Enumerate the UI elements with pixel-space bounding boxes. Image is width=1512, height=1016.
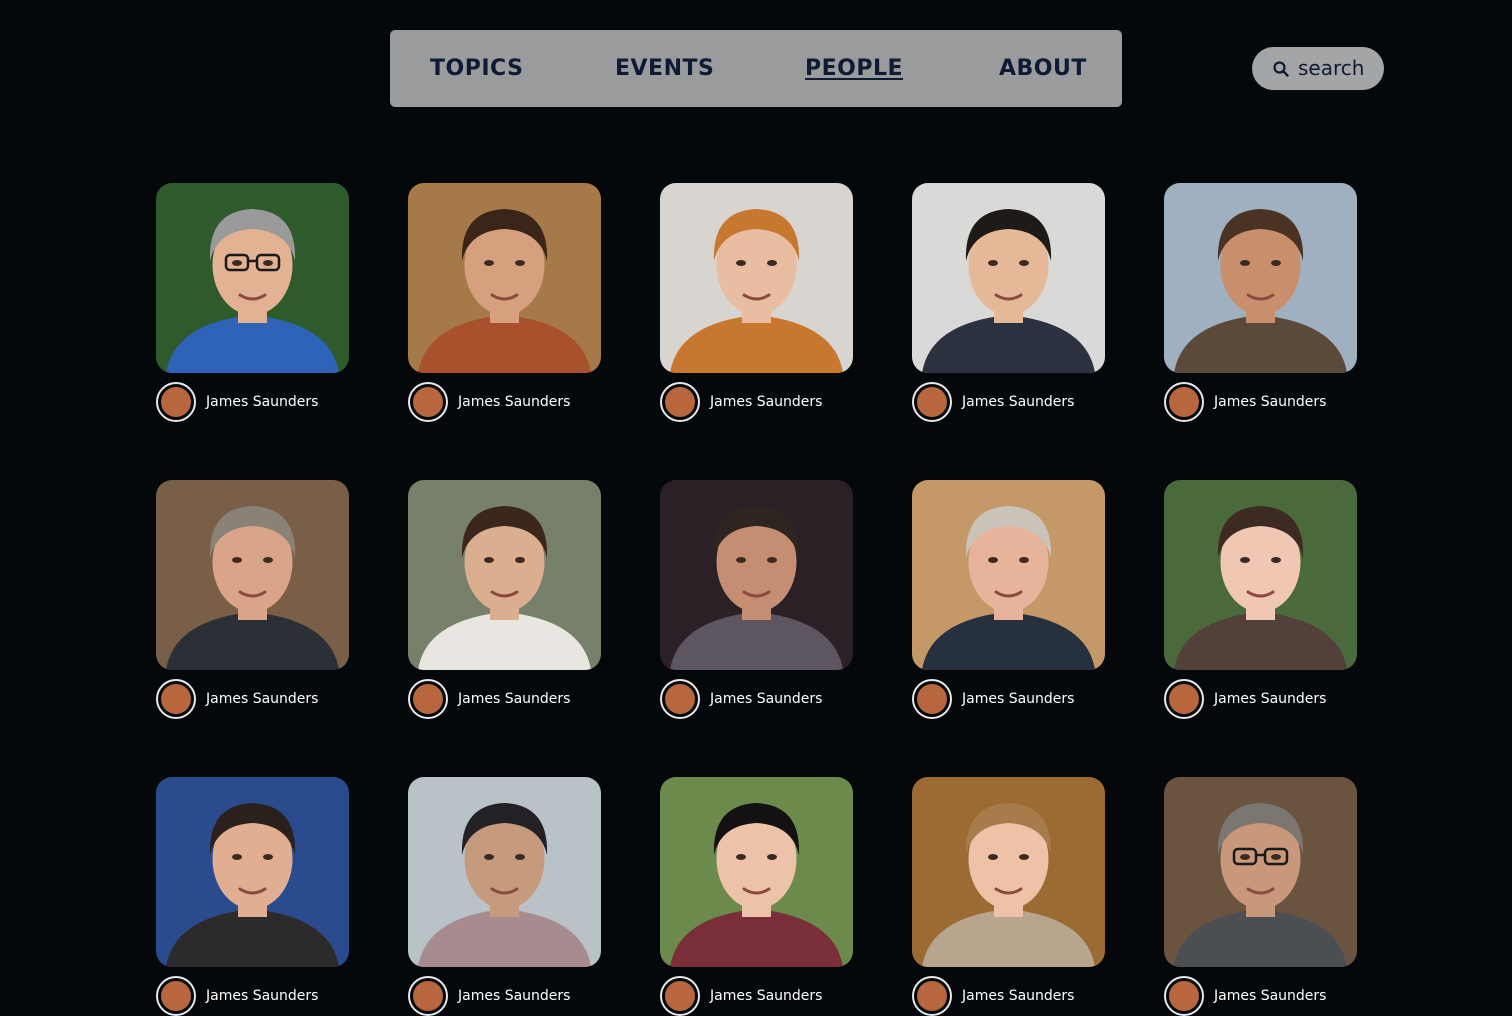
person-card[interactable]: James Saunders	[408, 480, 601, 719]
nav-item-topics[interactable]: TOPICS	[430, 30, 523, 107]
person-photo[interactable]	[1164, 183, 1357, 373]
person-name[interactable]: James Saunders	[962, 976, 1074, 1016]
person-byline: James Saunders	[156, 679, 349, 719]
avatar-badge[interactable]	[408, 382, 448, 422]
person-photo[interactable]	[408, 480, 601, 670]
person-card[interactable]: James Saunders	[1164, 183, 1357, 422]
search-button[interactable]: search	[1252, 47, 1384, 90]
avatar-badge[interactable]	[660, 382, 700, 422]
avatar-badge[interactable]	[156, 382, 196, 422]
avatar-badge[interactable]	[1164, 679, 1204, 719]
person-card[interactable]: James Saunders	[156, 183, 349, 422]
avatar-badge[interactable]	[156, 679, 196, 719]
person-name[interactable]: James Saunders	[206, 679, 318, 719]
person-name[interactable]: James Saunders	[458, 976, 570, 1016]
avatar-badge[interactable]	[912, 382, 952, 422]
person-photo[interactable]	[660, 183, 853, 373]
person-card[interactable]: James Saunders	[408, 183, 601, 422]
person-byline: James Saunders	[1164, 382, 1357, 422]
person-byline: James Saunders	[912, 382, 1105, 422]
avatar-badge[interactable]	[660, 679, 700, 719]
person-byline: James Saunders	[660, 679, 853, 719]
avatar-badge[interactable]	[1164, 382, 1204, 422]
avatar-badge[interactable]	[156, 976, 196, 1016]
person-photo[interactable]	[156, 480, 349, 670]
person-card[interactable]: James Saunders	[1164, 480, 1357, 719]
person-name[interactable]: James Saunders	[1214, 976, 1326, 1016]
avatar-badge[interactable]	[408, 976, 448, 1016]
person-name[interactable]: James Saunders	[710, 679, 822, 719]
person-card[interactable]: James Saunders	[660, 777, 853, 1016]
person-card[interactable]: James Saunders	[156, 480, 349, 719]
avatar-badge[interactable]	[1164, 976, 1204, 1016]
nav-item-events[interactable]: EVENTS	[615, 30, 714, 107]
person-byline: James Saunders	[408, 976, 601, 1016]
person-name[interactable]: James Saunders	[962, 679, 1074, 719]
person-photo[interactable]	[156, 183, 349, 373]
search-label: search	[1298, 56, 1365, 80]
person-name[interactable]: James Saunders	[962, 382, 1074, 422]
avatar-badge[interactable]	[912, 976, 952, 1016]
person-card[interactable]: James Saunders	[156, 777, 349, 1016]
person-photo[interactable]	[912, 480, 1105, 670]
person-name[interactable]: James Saunders	[1214, 679, 1326, 719]
person-byline: James Saunders	[156, 976, 349, 1016]
person-card[interactable]: James Saunders	[408, 777, 601, 1016]
person-name[interactable]: James Saunders	[458, 382, 570, 422]
avatar-badge[interactable]	[408, 679, 448, 719]
person-card[interactable]: James Saunders	[912, 777, 1105, 1016]
person-byline: James Saunders	[1164, 976, 1357, 1016]
person-byline: James Saunders	[912, 976, 1105, 1016]
main-nav: TOPICS EVENTS PEOPLE ABOUT	[390, 30, 1122, 107]
person-photo[interactable]	[1164, 480, 1357, 670]
person-photo[interactable]	[660, 777, 853, 967]
avatar-badge[interactable]	[660, 976, 700, 1016]
person-card[interactable]: James Saunders	[660, 183, 853, 422]
person-name[interactable]: James Saunders	[1214, 382, 1326, 422]
nav-item-people[interactable]: PEOPLE	[805, 30, 903, 107]
nav-item-about[interactable]: ABOUT	[999, 30, 1087, 107]
person-name[interactable]: James Saunders	[710, 382, 822, 422]
person-byline: James Saunders	[156, 382, 349, 422]
person-byline: James Saunders	[912, 679, 1105, 719]
avatar-badge[interactable]	[912, 679, 952, 719]
person-byline: James Saunders	[1164, 679, 1357, 719]
person-card[interactable]: James Saunders	[1164, 777, 1357, 1016]
person-name[interactable]: James Saunders	[206, 382, 318, 422]
search-icon	[1273, 61, 1289, 77]
person-photo[interactable]	[408, 777, 601, 967]
person-card[interactable]: James Saunders	[912, 480, 1105, 719]
person-name[interactable]: James Saunders	[458, 679, 570, 719]
person-photo[interactable]	[660, 480, 853, 670]
person-photo[interactable]	[1164, 777, 1357, 967]
person-byline: James Saunders	[660, 382, 853, 422]
person-photo[interactable]	[408, 183, 601, 373]
person-byline: James Saunders	[408, 679, 601, 719]
person-photo[interactable]	[156, 777, 349, 967]
person-card[interactable]: James Saunders	[660, 480, 853, 719]
person-name[interactable]: James Saunders	[206, 976, 318, 1016]
person-byline: James Saunders	[408, 382, 601, 422]
person-photo[interactable]	[912, 183, 1105, 373]
person-name[interactable]: James Saunders	[710, 976, 822, 1016]
person-byline: James Saunders	[660, 976, 853, 1016]
person-card[interactable]: James Saunders	[912, 183, 1105, 422]
person-photo[interactable]	[912, 777, 1105, 967]
